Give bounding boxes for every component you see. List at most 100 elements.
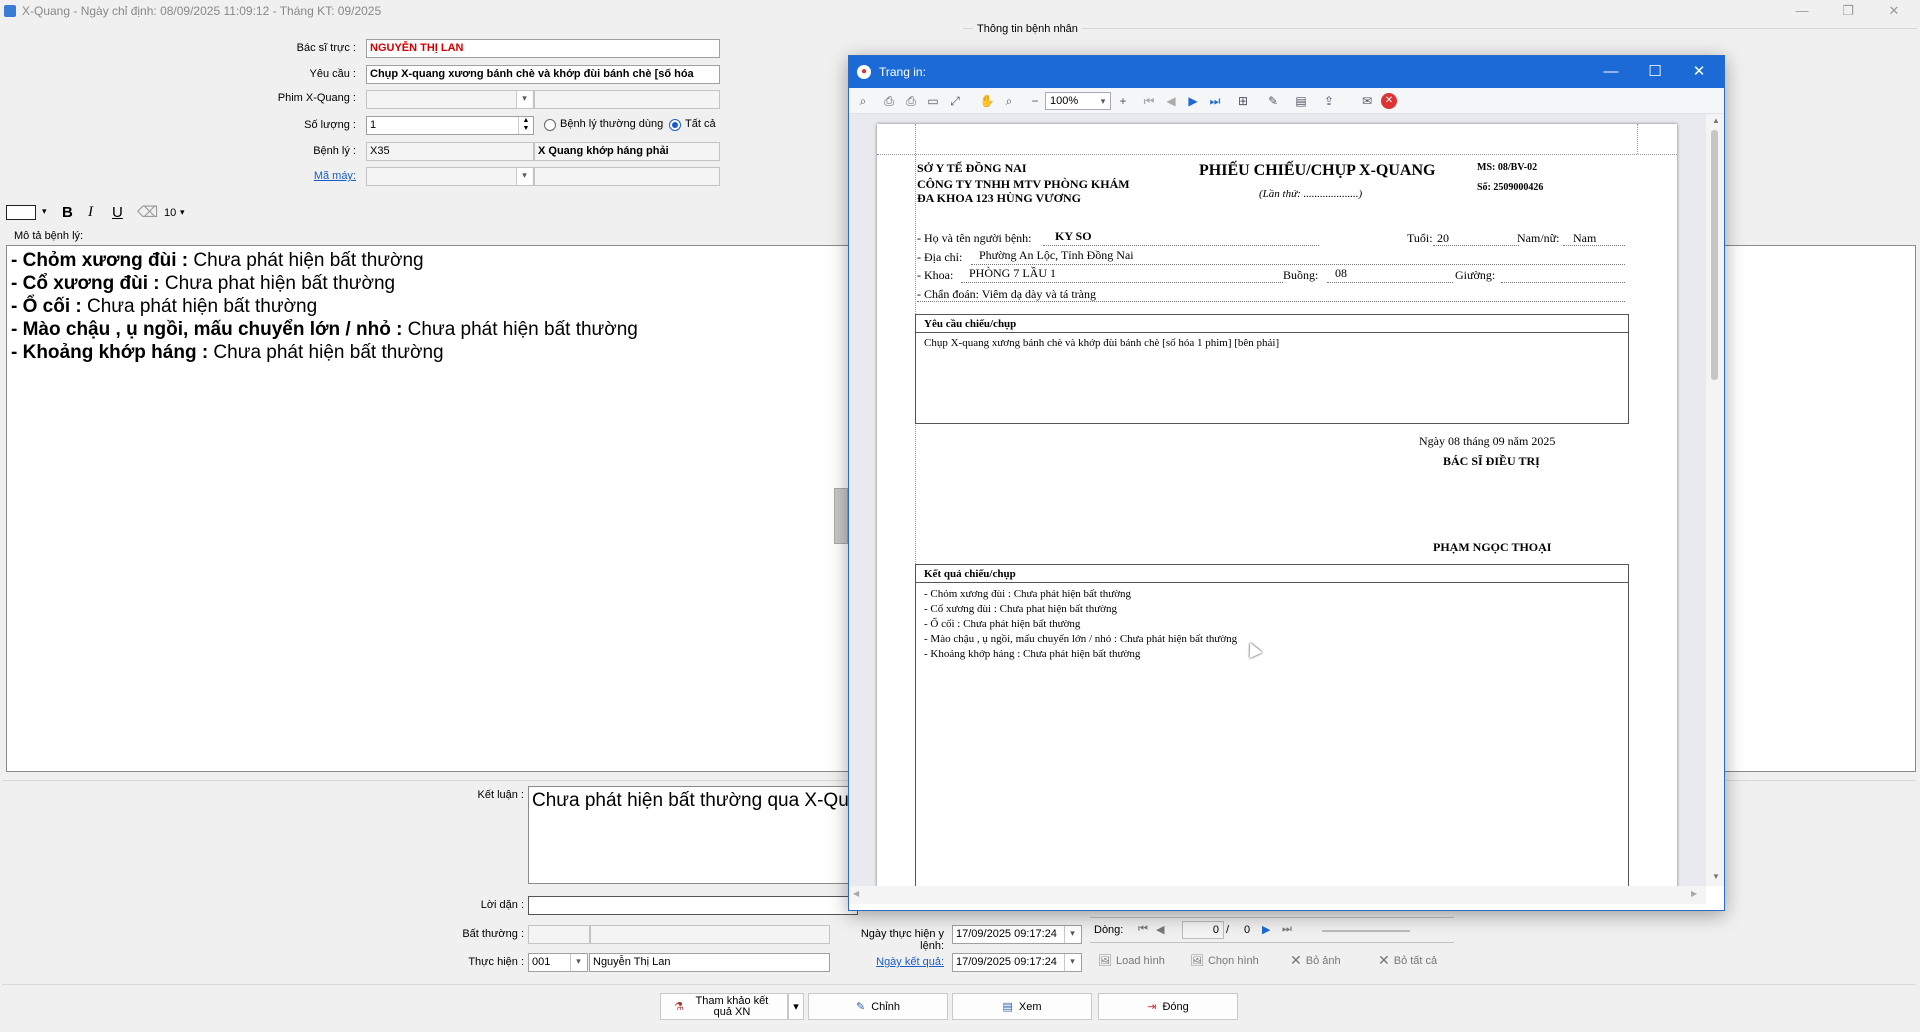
last-page-icon[interactable]: ⏭ <box>1207 93 1223 109</box>
yeu-cau-header-row <box>916 315 1628 333</box>
report-title: PHIẾU CHIẾU/CHỤP X-QUANG <box>1199 162 1436 179</box>
prev-page-icon[interactable]: ◀ <box>1163 93 1179 109</box>
splitter-handle[interactable] <box>834 488 848 544</box>
scale-icon[interactable]: ⤢ <box>947 93 963 109</box>
so-luong-stepper[interactable]: ▲ ▼ <box>518 117 533 134</box>
font-size-select[interactable]: 10 <box>164 207 176 219</box>
phim-label: Phim X-Quang : <box>277 92 356 104</box>
ngay-ket-qua-input[interactable]: 17/09/2025 09:17:24 <box>952 953 1082 972</box>
tham-khao-button[interactable]: ⚗ Tham khảo kết quả XN <box>660 993 788 1020</box>
ket-luan-editor[interactable]: Chưa phát hiện bất thường qua X-Qu <box>528 786 858 884</box>
send-icon[interactable]: ✉ <box>1359 93 1375 109</box>
preview-horizontal-scrollbar[interactable]: ◀ ▶ <box>849 886 1706 904</box>
export-icon[interactable]: ⇪ <box>1321 93 1337 109</box>
radio-benh-ly-thuong-dung-label: Bệnh lý thường dùng <box>560 118 664 130</box>
first-page-icon[interactable]: ⏮ <box>1138 923 1148 936</box>
mo-ta-line-key: - Chỏm xương đùi : <box>11 250 189 271</box>
chevron-right-icon[interactable]: ▶ <box>1691 889 1697 898</box>
preview-title-bar: ● Trang in: — ☐ ✕ <box>849 56 1724 88</box>
chevron-down-icon[interactable]: ▾ <box>516 91 532 108</box>
print-icon[interactable]: ⎙ <box>881 93 897 109</box>
ma-may-select[interactable] <box>366 167 534 186</box>
scroll-thumb[interactable] <box>1711 130 1718 380</box>
choose-image-button[interactable]: 🖼 Chọn hình <box>1190 950 1259 971</box>
gioi-label: Nam/nữ: <box>1517 231 1560 245</box>
minimize-button[interactable]: — <box>1784 2 1820 20</box>
zoom-in-icon[interactable]: + <box>1115 93 1131 109</box>
bac-si-truc-label: Bác sĩ trực : <box>296 42 356 54</box>
yeu-cau-field[interactable]: Chụp X-quang xương bánh chè và khớp đùi … <box>366 65 720 84</box>
chevron-down-icon[interactable]: ▾ <box>516 168 532 185</box>
app-icon <box>4 5 16 17</box>
chevron-down-icon[interactable]: ▾ <box>1095 93 1111 109</box>
bac-si-truc-field[interactable]: NGUYỄN THỊ LAN <box>366 39 720 58</box>
bat-thuong-code[interactable] <box>528 925 590 944</box>
page-setup-icon[interactable]: ▭ <box>925 93 941 109</box>
hand-icon[interactable]: ✋ <box>979 93 995 109</box>
color-icon[interactable]: ✎ <box>1265 93 1281 109</box>
ho-ten-label: - Họ và tên người bệnh: <box>917 231 1032 245</box>
restore-button[interactable]: ❐ <box>1830 2 1866 20</box>
chevron-down-icon[interactable]: ▾ <box>1064 954 1080 971</box>
ma-may-link[interactable]: Mã máy: <box>224 170 356 182</box>
tham-khao-dropdown[interactable]: ▾ <box>788 993 804 1020</box>
chinh-button[interactable]: ✎ Chỉnh <box>808 993 948 1020</box>
zoom-slider[interactable] <box>1322 930 1410 932</box>
bat-thuong-label: Bất thường : <box>462 928 524 940</box>
bold-button[interactable]: B <box>62 204 73 221</box>
first-page-icon[interactable]: ⏮ <box>1141 93 1157 109</box>
chevron-down-icon[interactable]: ▾ <box>42 206 47 217</box>
load-image-button[interactable]: 🖼 Load hình <box>1098 950 1165 971</box>
preview-vertical-scrollbar[interactable]: ▲ ▼ <box>1706 114 1724 886</box>
close-icon: ✕ <box>1378 952 1390 968</box>
find-icon[interactable]: ⌕ <box>855 93 871 109</box>
remove-image-button[interactable]: ✕ Bỏ ảnh <box>1290 950 1341 971</box>
benh-ly-label: Bệnh lý : <box>313 145 356 157</box>
preview-canvas[interactable]: SỞ Y TẾ ĐỒNG NAI CÔNG TY TNHH MTV PHÒNG … <box>849 114 1724 886</box>
chevron-left-icon[interactable]: ◀ <box>853 889 859 898</box>
chevron-down-icon[interactable]: ▾ <box>180 207 185 218</box>
prev-page-icon[interactable]: ◀ <box>1156 923 1164 936</box>
magnifier-icon[interactable]: ⌕ <box>1001 93 1017 109</box>
dong-button[interactable]: ⇥ Đóng <box>1098 993 1238 1020</box>
chevron-up-icon[interactable]: ▲ <box>1712 116 1720 125</box>
format-toolbar: ▾ B I U ⌫ 10 ▾ <box>4 202 204 224</box>
preview-close-button[interactable]: ✕ <box>1679 62 1719 82</box>
last-page-icon[interactable]: ⏭ <box>1282 923 1292 936</box>
bac-si-dieu-tri-name: PHẠM NGỌC THOẠI <box>1433 540 1552 554</box>
multipage-icon[interactable]: ⊞ <box>1235 93 1251 109</box>
italic-button[interactable]: I <box>88 204 93 221</box>
preview-maximize-button[interactable]: ☐ <box>1635 62 1675 82</box>
preview-minimize-button[interactable]: — <box>1591 62 1631 82</box>
next-page-icon[interactable]: ▶ <box>1185 93 1201 109</box>
chinh-label: Chỉnh <box>871 1000 900 1013</box>
remove-all-button[interactable]: ✕ Bỏ tất cả <box>1378 950 1437 971</box>
chevron-down-icon[interactable]: ▾ <box>570 954 586 971</box>
zoom-out-icon[interactable]: − <box>1027 93 1043 109</box>
ngay-thuc-hien-label: Ngày thực hiện y lệnh: <box>860 928 944 952</box>
chevron-down-icon[interactable]: ▼ <box>1712 872 1720 881</box>
ngay-thuc-hien-input[interactable]: 17/09/2025 09:17:24 <box>952 925 1082 944</box>
next-page-icon[interactable]: ▶ <box>1262 923 1270 936</box>
so-luong-input[interactable]: 1 <box>366 116 534 135</box>
report-date: Ngày 08 tháng 09 năm 2025 <box>1419 434 1556 448</box>
preview-toolbar: ⌕ ⎙ ⎙ ▭ ⤢ ✋ ⌕ − 100% ▾ + ⏮ ◀ ▶ ⏭ ⊞ ✎ ▤ ⇪… <box>849 88 1724 114</box>
radio-tat-ca[interactable] <box>669 119 681 131</box>
close-preview-icon[interactable]: ✕ <box>1381 93 1397 109</box>
benh-ly-code[interactable]: X35 <box>366 142 534 161</box>
phim-select[interactable] <box>366 90 534 109</box>
close-button[interactable]: ✕ <box>1876 2 1912 20</box>
mo-ta-line-key: - Khoảng khớp háng : <box>11 342 209 363</box>
underline-button[interactable]: U <box>112 204 123 221</box>
current-index[interactable]: 0 <box>1182 921 1224 939</box>
color-picker[interactable] <box>6 205 36 220</box>
ket-qua-line: - Khoảng khớp háng : Chưa phát hiện bất … <box>924 648 1141 660</box>
loi-dan-input[interactable] <box>528 896 858 915</box>
radio-benh-ly-thuong-dung[interactable] <box>544 119 556 131</box>
watermark-icon[interactable]: ▤ <box>1293 93 1309 109</box>
eraser-icon[interactable]: ⌫ <box>137 203 158 221</box>
chevron-down-icon[interactable]: ▾ <box>1064 926 1080 943</box>
ngay-ket-qua-link[interactable]: Ngày kết quả: <box>834 956 944 968</box>
quick-print-icon[interactable]: ⎙ <box>903 93 919 109</box>
xem-button[interactable]: ▤ Xem <box>952 993 1092 1020</box>
